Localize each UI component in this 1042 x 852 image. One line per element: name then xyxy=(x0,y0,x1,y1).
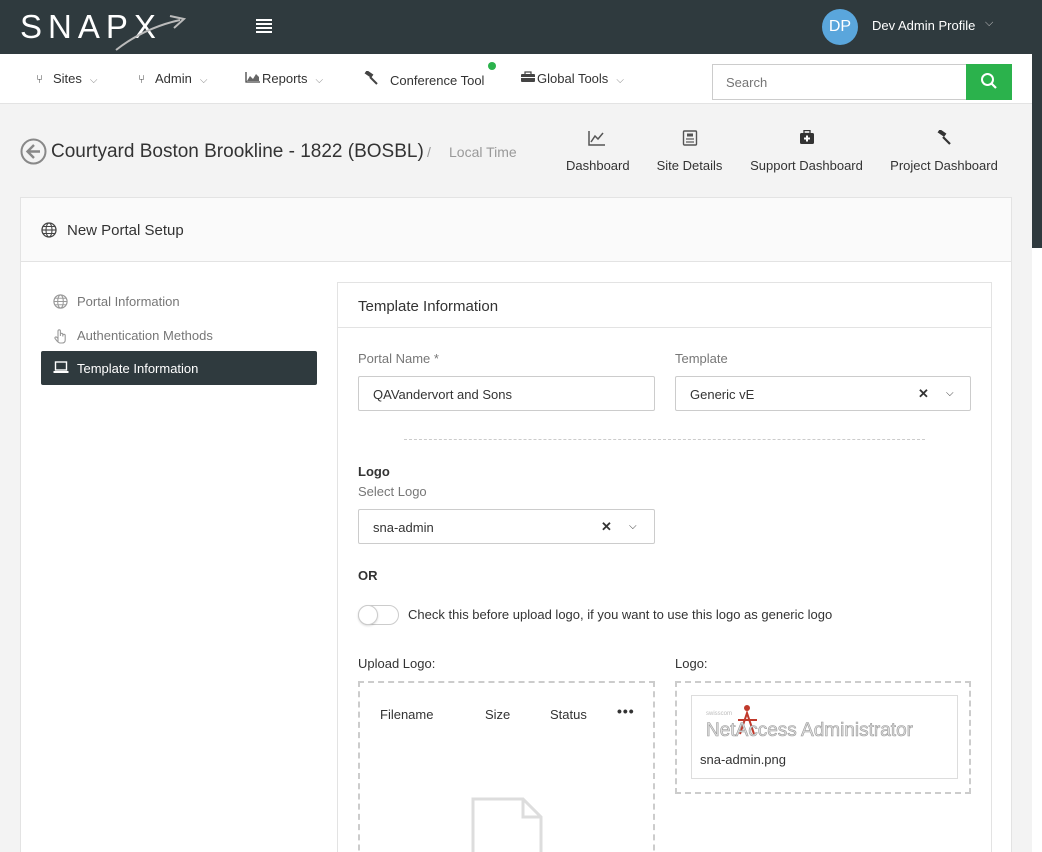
card-title: New Portal Setup xyxy=(67,222,184,239)
divider xyxy=(404,439,925,440)
globe-icon xyxy=(41,222,57,238)
column-size: Size xyxy=(485,707,511,722)
nav-item-sites[interactable]: ⑂ Sites ⌵ xyxy=(36,71,98,86)
chevron-down-icon[interactable]: ⌵ xyxy=(629,521,637,532)
template-label: Template xyxy=(675,351,728,366)
line-chart-icon xyxy=(566,130,628,148)
panel-header: Template Information xyxy=(338,283,991,328)
nav-item-global-tools[interactable]: Global Tools ⌵ xyxy=(520,71,624,86)
card-header: New Portal Setup xyxy=(21,198,1011,262)
column-status: Status xyxy=(550,707,587,722)
step-template-information[interactable]: Template Information xyxy=(41,351,317,385)
menu-toggle-icon[interactable] xyxy=(256,19,272,35)
portal-name-label: Portal Name * xyxy=(358,351,439,366)
logo-preview-card[interactable]: swisscom NetAccess Administrator sna-adm… xyxy=(691,695,958,779)
chevron-down-icon[interactable]: ⌵ xyxy=(946,388,954,399)
logo-filename: sna-admin.png xyxy=(700,752,786,767)
gavel-icon xyxy=(890,129,998,148)
generic-logo-toggle[interactable] xyxy=(358,605,399,625)
chevron-down-icon: ⌵ xyxy=(315,75,324,86)
area-chart-icon xyxy=(245,71,260,86)
gavel-icon xyxy=(363,70,378,88)
logo-preview-box: swisscom NetAccess Administrator sna-adm… xyxy=(675,681,971,794)
logo-image-text: NetAccess Administrator xyxy=(706,720,914,741)
quick-link-dashboard[interactable]: Dashboard xyxy=(566,130,630,173)
chevron-down-icon: ⌵ xyxy=(89,75,98,86)
status-dot xyxy=(488,62,496,70)
globe-icon xyxy=(53,294,68,309)
quick-link-project-dashboard[interactable]: Project Dashboard xyxy=(890,129,998,173)
profile-menu[interactable]: Dev Admin Profile xyxy=(872,18,975,33)
upload-logo-label: Upload Logo: xyxy=(358,656,436,671)
logo-heading: Logo xyxy=(358,464,390,479)
panel-title: Template Information xyxy=(358,298,499,315)
clear-template-icon[interactable]: ✕ xyxy=(918,386,929,402)
document-icon xyxy=(656,130,723,148)
select-logo-label: Select Logo xyxy=(358,484,427,499)
page-title: Courtyard Boston Brookline - 1822 (BOSBL… xyxy=(51,141,424,162)
column-filename: Filename xyxy=(380,707,434,722)
portal-name-field[interactable]: QAVandervort and Sons xyxy=(358,376,655,411)
portal-setup-card: New Portal Setup Portal Information Auth… xyxy=(20,197,1012,852)
file-icon xyxy=(471,797,543,852)
scrollbar-thumb[interactable] xyxy=(1032,54,1042,248)
logo-preview-label: Logo: xyxy=(675,656,708,671)
laptop-icon xyxy=(53,361,69,373)
select-logo-value: sna-admin xyxy=(373,520,434,535)
more-options-icon[interactable]: ••• xyxy=(617,703,635,719)
chevron-down-icon[interactable]: ⌵ xyxy=(985,17,993,30)
logo-swoosh-icon xyxy=(115,15,186,51)
or-label: OR xyxy=(358,568,378,583)
quick-link-site-details[interactable]: Site Details xyxy=(656,130,723,173)
branch-icon: ⑂ xyxy=(36,72,44,86)
chevron-down-icon: ⌵ xyxy=(616,75,624,86)
nav-item-conference-tool[interactable]: Conference Tool xyxy=(363,70,484,88)
briefcase-icon xyxy=(520,71,535,86)
toggle-knob xyxy=(358,605,378,625)
search-input[interactable] xyxy=(712,64,966,100)
generic-logo-toggle-label: Check this before upload logo, if you wa… xyxy=(408,607,833,622)
quick-link-support-dashboard[interactable]: Support Dashboard xyxy=(750,129,863,173)
local-time-label: Local Time xyxy=(449,144,517,160)
top-header: SNAPX DP Dev Admin Profile ⌵ xyxy=(0,0,1042,54)
nav-item-admin[interactable]: ⑂ Admin ⌵ xyxy=(138,71,207,86)
breadcrumb-separator: / xyxy=(427,144,431,160)
search-button[interactable] xyxy=(966,64,1012,100)
back-arrow-icon[interactable] xyxy=(20,138,47,165)
step-authentication-methods[interactable]: Authentication Methods xyxy=(41,318,317,352)
nav-item-reports[interactable]: Reports ⌵ xyxy=(245,71,323,86)
clear-logo-icon[interactable]: ✕ xyxy=(601,519,612,535)
step-portal-information[interactable]: Portal Information xyxy=(41,284,317,318)
medkit-icon xyxy=(750,129,863,148)
svg-text:swisscom: swisscom xyxy=(706,711,732,717)
netaccess-logo-image: swisscom NetAccess Administrator xyxy=(706,705,914,741)
chevron-down-icon: ⌵ xyxy=(199,75,208,86)
template-select-value: Generic vE xyxy=(690,387,755,402)
pointer-hand-icon xyxy=(54,329,66,344)
upload-dropzone[interactable]: Filename Size Status ••• xyxy=(358,681,655,852)
avatar[interactable]: DP xyxy=(822,9,858,45)
branch-icon: ⑂ xyxy=(138,72,146,86)
search-icon xyxy=(981,72,997,89)
template-information-panel: Template Information Portal Name * QAVan… xyxy=(337,282,992,852)
